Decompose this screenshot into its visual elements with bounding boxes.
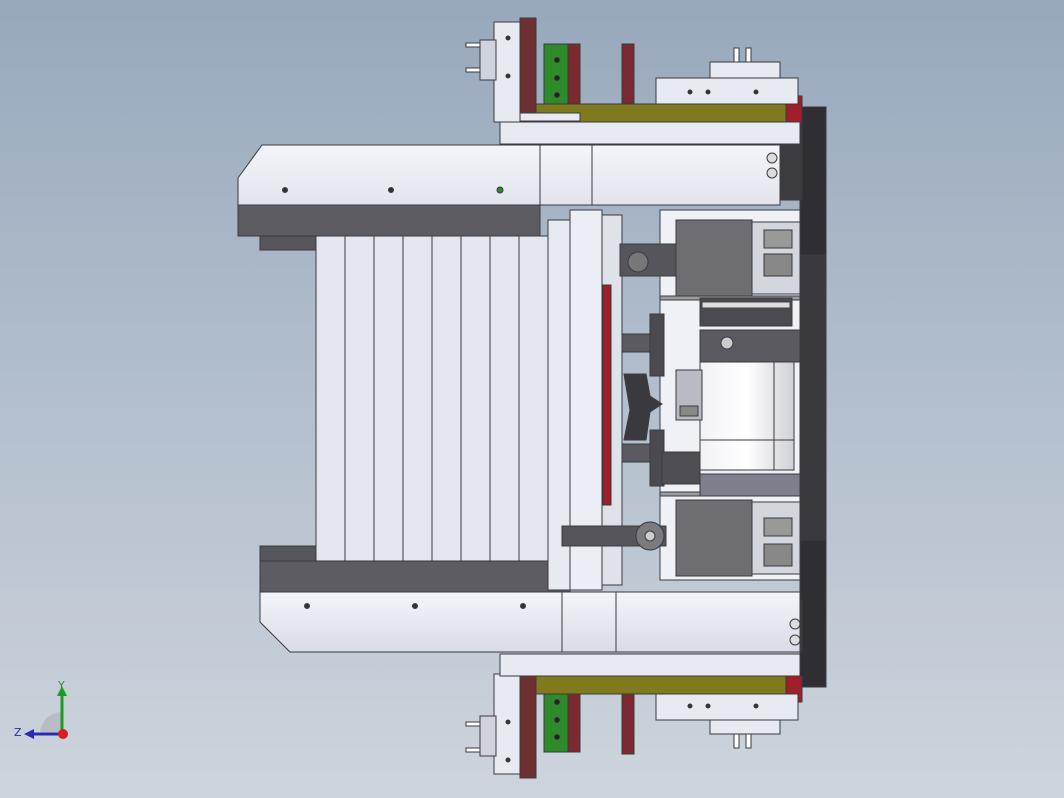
axis-y-label: Y — [57, 679, 65, 692]
upper-guide-block[interactable] — [619, 219, 801, 297]
top-bracket-assembly[interactable] — [465, 17, 803, 145]
axis-x-dot-icon — [58, 729, 68, 739]
coordinate-triad: Y Z — [10, 676, 80, 746]
triad-quadrant-shading — [40, 711, 62, 732]
finned-plate-stack[interactable] — [315, 219, 571, 591]
axis-z-arrow-head-icon — [24, 729, 34, 739]
axis-z-label: Z — [14, 726, 22, 739]
cad-assembly-model[interactable] — [0, 0, 1064, 798]
graphics-viewport[interactable]: Y Z — [0, 0, 1064, 798]
bottom-bracket-assembly[interactable] — [465, 653, 803, 779]
